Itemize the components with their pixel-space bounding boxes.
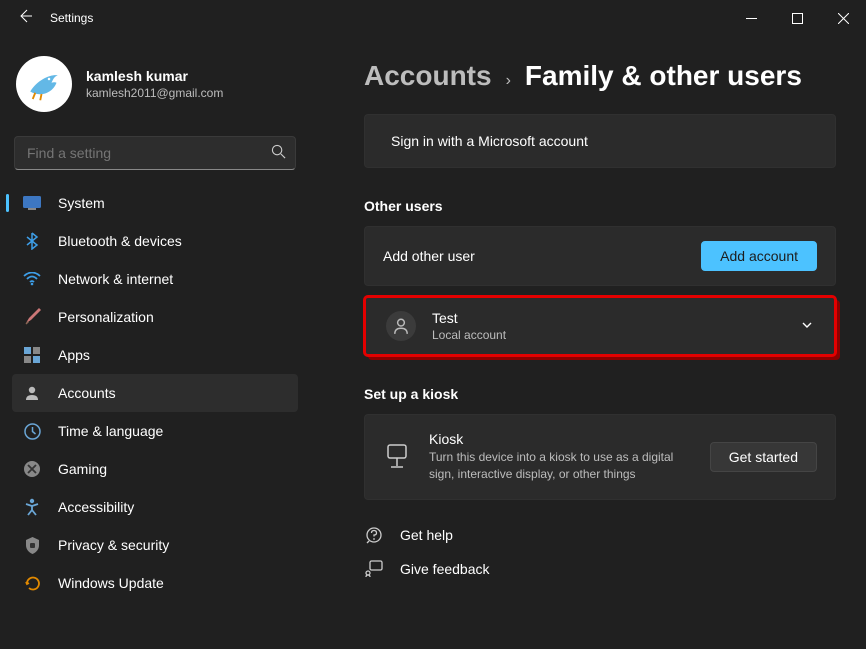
- chevron-down-icon: [800, 318, 814, 335]
- kiosk-card: Kiosk Turn this device into a kiosk to u…: [364, 414, 836, 500]
- help-icon: [364, 526, 384, 544]
- gaming-icon: [22, 460, 42, 478]
- window-controls: [728, 0, 866, 36]
- user-subtitle: Local account: [432, 328, 506, 342]
- add-other-user-row: Add other user Add account: [364, 226, 836, 286]
- nav-item-accessibility[interactable]: Accessibility: [12, 488, 298, 526]
- brush-icon: [22, 308, 42, 326]
- nav-label: Time & language: [58, 423, 163, 439]
- profile-name: kamlesh kumar: [86, 68, 223, 84]
- search-input[interactable]: [14, 136, 296, 170]
- titlebar: Settings: [0, 0, 866, 36]
- give-feedback-label: Give feedback: [400, 561, 490, 577]
- nav-item-system[interactable]: System: [12, 184, 298, 222]
- system-icon: [22, 196, 42, 210]
- nav-item-bluetooth[interactable]: Bluetooth & devices: [12, 222, 298, 260]
- profile-block[interactable]: kamlesh kumar kamlesh2011@gmail.com: [12, 36, 298, 132]
- nav-label: Bluetooth & devices: [58, 233, 182, 249]
- nav-label: Apps: [58, 347, 90, 363]
- sign-in-prompt-text: Sign in with a Microsoft account: [391, 133, 588, 149]
- clock-icon: [22, 423, 42, 440]
- get-started-button[interactable]: Get started: [710, 442, 817, 472]
- footer-links: Get help Give feedback: [364, 526, 836, 578]
- user-avatar-icon: [386, 311, 416, 341]
- accessibility-icon: [22, 498, 42, 516]
- nav-item-windows-update[interactable]: Windows Update: [12, 564, 298, 602]
- nav-item-time-language[interactable]: Time & language: [12, 412, 298, 450]
- minimize-button[interactable]: [728, 0, 774, 36]
- kiosk-heading: Set up a kiosk: [364, 386, 836, 402]
- bluetooth-icon: [22, 232, 42, 250]
- user-name: Test: [432, 310, 506, 326]
- add-account-button[interactable]: Add account: [701, 241, 817, 271]
- get-help-label: Get help: [400, 527, 453, 543]
- nav-item-network[interactable]: Network & internet: [12, 260, 298, 298]
- nav-label: Personalization: [58, 309, 154, 325]
- back-button[interactable]: [10, 8, 40, 29]
- search-icon: [271, 144, 286, 162]
- main-content: Accounts › Family & other users Sign in …: [310, 36, 866, 649]
- kiosk-title: Kiosk: [429, 431, 692, 447]
- breadcrumb: Accounts › Family & other users: [364, 60, 836, 92]
- microsoft-sign-in-card[interactable]: Sign in with a Microsoft account: [364, 114, 836, 168]
- close-button[interactable]: [820, 0, 866, 36]
- nav-item-accounts[interactable]: Accounts: [12, 374, 298, 412]
- window-title: Settings: [50, 11, 93, 25]
- nav-item-gaming[interactable]: Gaming: [12, 450, 298, 488]
- nav-label: System: [58, 195, 105, 211]
- give-feedback-link[interactable]: Give feedback: [364, 560, 836, 578]
- shield-icon: [22, 537, 42, 554]
- sidebar: kamlesh kumar kamlesh2011@gmail.com Syst…: [0, 36, 310, 649]
- kiosk-icon: [383, 444, 411, 470]
- update-icon: [22, 575, 42, 592]
- avatar: [16, 56, 72, 112]
- nav: System Bluetooth & devices Network & int…: [12, 184, 298, 602]
- nav-label: Accounts: [58, 385, 116, 401]
- search-container: [14, 136, 296, 170]
- wifi-icon: [22, 272, 42, 286]
- nav-item-apps[interactable]: Apps: [12, 336, 298, 374]
- nav-item-privacy[interactable]: Privacy & security: [12, 526, 298, 564]
- feedback-icon: [364, 560, 384, 578]
- person-icon: [22, 385, 42, 401]
- nav-item-personalization[interactable]: Personalization: [12, 298, 298, 336]
- nav-label: Accessibility: [58, 499, 134, 515]
- nav-label: Privacy & security: [58, 537, 169, 553]
- profile-email: kamlesh2011@gmail.com: [86, 86, 223, 100]
- nav-label: Gaming: [58, 461, 107, 477]
- kiosk-description: Turn this device into a kiosk to use as …: [429, 449, 692, 483]
- add-other-user-label: Add other user: [383, 248, 475, 264]
- user-row-test[interactable]: Test Local account: [364, 296, 836, 356]
- other-users-heading: Other users: [364, 198, 836, 214]
- get-help-link[interactable]: Get help: [364, 526, 836, 544]
- apps-icon: [22, 347, 42, 363]
- maximize-button[interactable]: [774, 0, 820, 36]
- breadcrumb-parent[interactable]: Accounts: [364, 60, 492, 92]
- selection-indicator: [6, 194, 9, 212]
- nav-label: Network & internet: [58, 271, 173, 287]
- breadcrumb-current: Family & other users: [525, 60, 802, 92]
- nav-label: Windows Update: [58, 575, 164, 591]
- chevron-right-icon: ›: [506, 72, 511, 90]
